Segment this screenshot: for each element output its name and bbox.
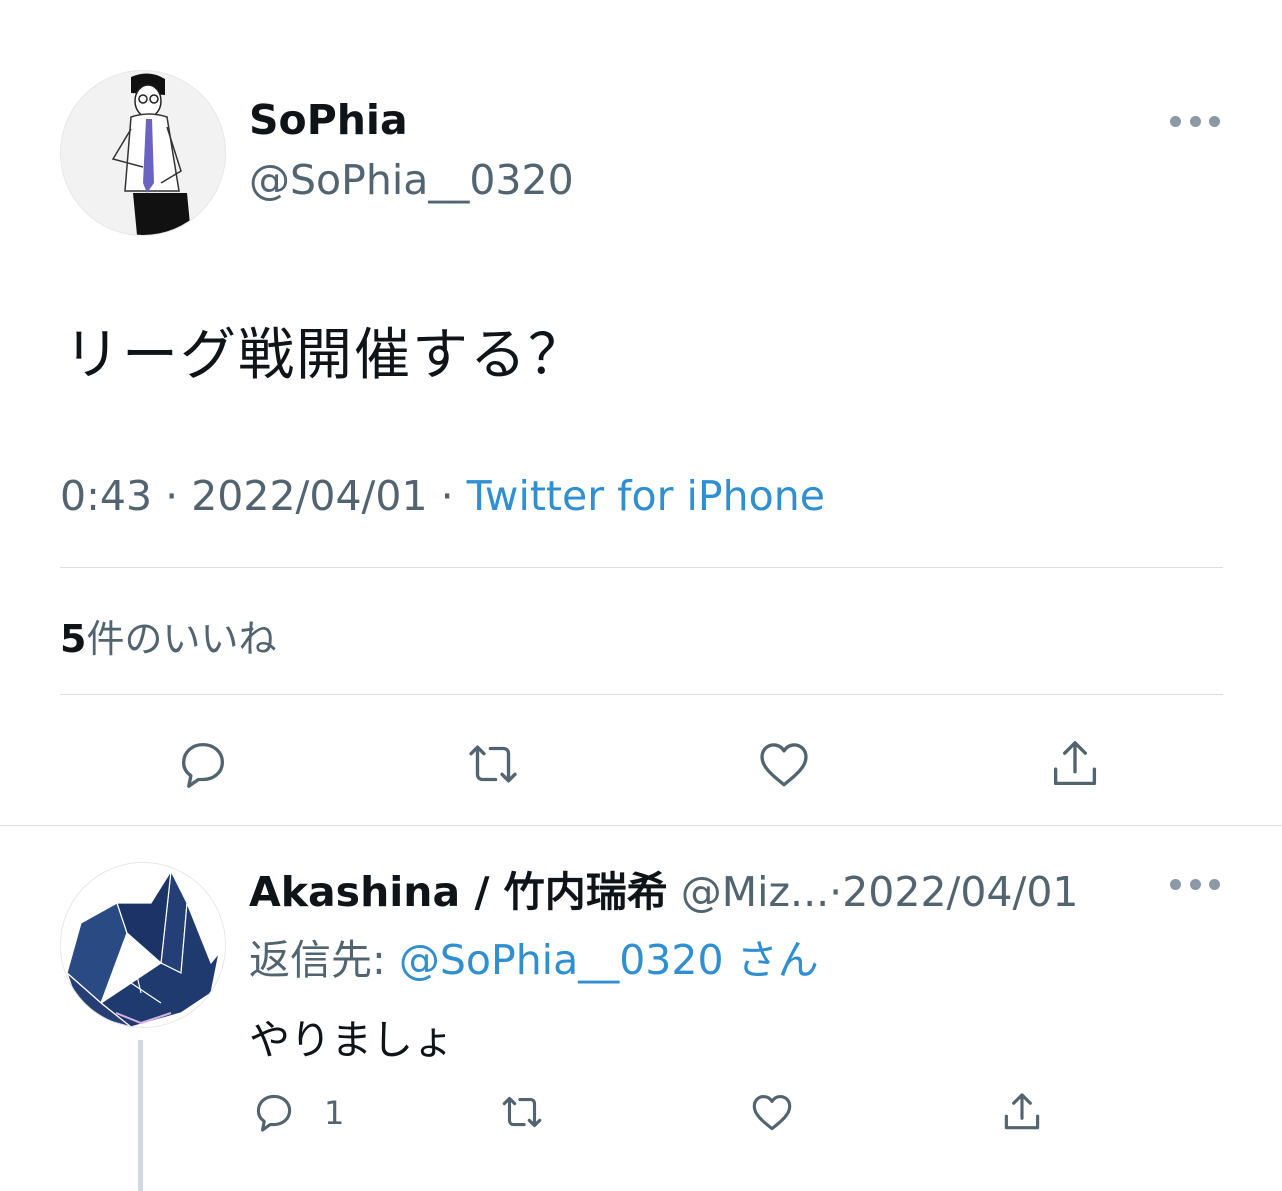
reply-author-avatar[interactable] (60, 862, 226, 1028)
meta-separator: · (165, 472, 179, 520)
likes-count[interactable]: 5件のいいね (60, 608, 276, 663)
section-separator (0, 825, 1282, 826)
reply-date[interactable]: 2022/04/01 (842, 868, 1078, 916)
tweet-source-link[interactable]: Twitter for iPhone (467, 472, 825, 520)
retweet-icon[interactable] (497, 1087, 547, 1137)
reply-separator: · (829, 868, 843, 916)
divider (60, 694, 1223, 695)
author-display-name[interactable]: SoPhia (249, 96, 408, 144)
heart-icon[interactable] (747, 1087, 797, 1137)
reply-to-mention[interactable]: @SoPhia__0320 (399, 936, 724, 984)
share-icon[interactable] (1044, 733, 1106, 795)
reply-count: 1 (324, 1094, 345, 1132)
meta-separator: · (440, 472, 454, 520)
dot (1209, 115, 1220, 127)
retweet-icon[interactable] (462, 733, 524, 795)
reply-to-line: 返信先: @SoPhia__0320 さん (249, 926, 819, 986)
thread-line (138, 1040, 143, 1191)
reply-header: Akashina / 竹内瑞希 @Miz...·2022/04/01 (249, 858, 1079, 918)
reply-author-handle[interactable]: @Miz... (681, 868, 829, 916)
divider (60, 567, 1223, 568)
tweet-meta: 0:43 · 2022/04/01 · Twitter for iPhone (60, 472, 825, 520)
origami-crane-avatar (61, 863, 225, 1027)
reply-author-name[interactable]: Akashina / 竹内瑞希 (249, 868, 668, 916)
reply-to-suffix: さん (736, 936, 819, 984)
person-illustration-avatar (61, 71, 225, 235)
dot (1189, 878, 1201, 890)
tweet-time: 0:43 (60, 472, 153, 520)
dot (1189, 115, 1201, 127)
reply-icon[interactable] (172, 733, 234, 795)
dot (1170, 878, 1181, 890)
tweet-date: 2022/04/01 (191, 472, 428, 520)
author-handle[interactable]: @SoPhia__0320 (249, 156, 574, 204)
share-icon[interactable] (997, 1087, 1047, 1137)
likes-number: 5 (60, 617, 87, 661)
dot (1209, 878, 1220, 890)
tweet-text: リーグ戦開催する？ (64, 323, 586, 388)
heart-icon[interactable] (753, 733, 815, 795)
reply-icon[interactable] (249, 1087, 299, 1137)
more-horizontal-icon[interactable] (1170, 873, 1220, 895)
reply-to-label: 返信先: (249, 936, 399, 984)
author-avatar[interactable] (60, 70, 226, 236)
likes-label: 件のいいね (86, 617, 277, 661)
dot (1170, 115, 1181, 127)
reply-text: やりましょ (249, 1016, 454, 1064)
more-horizontal-icon[interactable] (1170, 110, 1220, 132)
